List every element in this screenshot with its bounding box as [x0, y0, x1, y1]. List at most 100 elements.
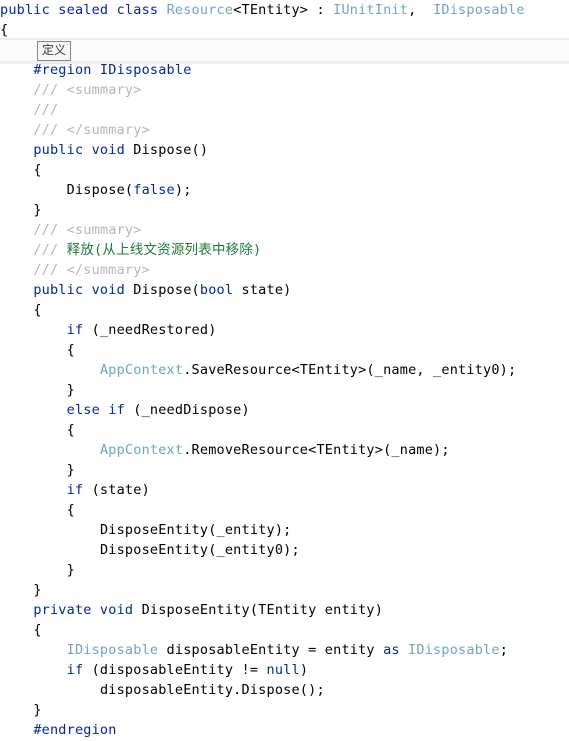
- code-line[interactable]: /// </summary>: [0, 120, 569, 140]
- code-line[interactable]: }: [0, 380, 569, 400]
- code-token: else if: [66, 402, 125, 418]
- code-token: if: [66, 662, 84, 678]
- code-token: public void: [33, 282, 134, 298]
- code-line[interactable]: public void Dispose(bool state): [0, 280, 569, 300]
- code-token: }: [66, 382, 75, 398]
- code-line[interactable]: /// </summary>: [0, 260, 569, 280]
- code-token: Dispose(: [66, 182, 134, 198]
- code-token: ;: [499, 642, 509, 658]
- code-line[interactable]: disposableEntity.Dispose();: [0, 680, 569, 700]
- code-token: bool: [199, 282, 234, 298]
- code-line[interactable]: Dispose(false);: [0, 180, 569, 200]
- code-token: private void: [33, 602, 142, 618]
- code-line[interactable]: AppContext.SaveResource<TEntity>(_name, …: [0, 360, 569, 380]
- code-line[interactable]: if (disposableEntity != null): [0, 660, 569, 680]
- code-token: }: [33, 202, 42, 218]
- code-editor[interactable]: 定义 public sealed class Resource<TEntity>…: [0, 0, 569, 741]
- code-token: <summary>: [66, 222, 142, 238]
- code-line[interactable]: }: [0, 560, 569, 580]
- code-line[interactable]: {: [0, 160, 569, 180]
- code-token: ,: [408, 2, 434, 18]
- code-token: IUnitInit: [333, 2, 409, 18]
- code-token: ): [299, 662, 309, 678]
- code-line[interactable]: {: [0, 420, 569, 440]
- code-line[interactable]: {: [0, 620, 569, 640]
- code-token: .RemoveResource<TEntity>(_name);: [183, 442, 450, 458]
- code-token: if: [66, 322, 84, 338]
- code-token: if: [66, 482, 84, 498]
- code-line[interactable]: private void DisposeEntity(TEntity entit…: [0, 600, 569, 620]
- code-token: DisposeEntity(TEntity entity): [141, 602, 384, 618]
- code-token: ///: [33, 242, 67, 258]
- code-token: ///: [33, 122, 67, 138]
- code-line[interactable]: }: [0, 200, 569, 220]
- code-token: }: [33, 582, 42, 598]
- code-token: Dispose(: [133, 282, 200, 298]
- code-line[interactable]: /// <summary>: [0, 220, 569, 240]
- code-token: }: [66, 562, 75, 578]
- code-line[interactable]: /// 释放(从上线文资源列表中移除): [0, 240, 569, 260]
- code-token: (_needRestored): [83, 322, 217, 338]
- code-token: null: [266, 662, 300, 678]
- code-token: {: [66, 502, 75, 518]
- code-token: {: [33, 622, 42, 638]
- code-line[interactable]: if (_needRestored): [0, 320, 569, 340]
- code-line[interactable]: if (state): [0, 480, 569, 500]
- code-line[interactable]: public void Dispose(): [0, 140, 569, 160]
- code-line[interactable]: #region IDisposable: [0, 60, 569, 80]
- code-line[interactable]: #endregion: [0, 720, 569, 740]
- code-token: }: [66, 462, 75, 478]
- code-line[interactable]: AppContext.RemoveResource<TEntity>(_name…: [0, 440, 569, 460]
- code-line[interactable]: ///: [0, 100, 569, 120]
- code-line[interactable]: {: [0, 340, 569, 360]
- collapsed-region-definition-tooltip[interactable]: 定义: [37, 41, 72, 61]
- code-line[interactable]: }: [0, 580, 569, 600]
- code-token: #endregion: [33, 722, 117, 738]
- code-line[interactable]: {: [0, 300, 569, 320]
- code-text-area[interactable]: public sealed class Resource<TEntity> : …: [0, 0, 569, 740]
- code-token: ///: [33, 102, 59, 118]
- code-line[interactable]: {: [0, 500, 569, 520]
- code-line[interactable]: public sealed class Resource<TEntity> : …: [0, 0, 569, 20]
- code-token: AppContext: [99, 362, 184, 378]
- code-token: ///: [33, 82, 67, 98]
- code-token: <TEntity> :: [233, 2, 334, 18]
- code-token: IDisposable: [66, 642, 159, 658]
- code-line[interactable]: }: [0, 700, 569, 720]
- code-line[interactable]: DisposeEntity(_entity);: [0, 520, 569, 540]
- code-line[interactable]: else if (_needDispose): [0, 400, 569, 420]
- code-line[interactable]: [0, 40, 569, 60]
- code-token: (_needDispose): [124, 402, 250, 418]
- code-line[interactable]: }: [0, 460, 569, 480]
- code-line[interactable]: /// <summary>: [0, 80, 569, 100]
- code-token: {: [33, 302, 42, 318]
- code-token: ///: [33, 222, 67, 238]
- code-token: 释放(从上线文资源列表中移除): [66, 242, 262, 258]
- code-line[interactable]: {: [0, 20, 569, 40]
- code-line[interactable]: DisposeEntity(_entity0);: [0, 540, 569, 560]
- code-line[interactable]: IDisposable disposableEntity = entity as…: [0, 640, 569, 660]
